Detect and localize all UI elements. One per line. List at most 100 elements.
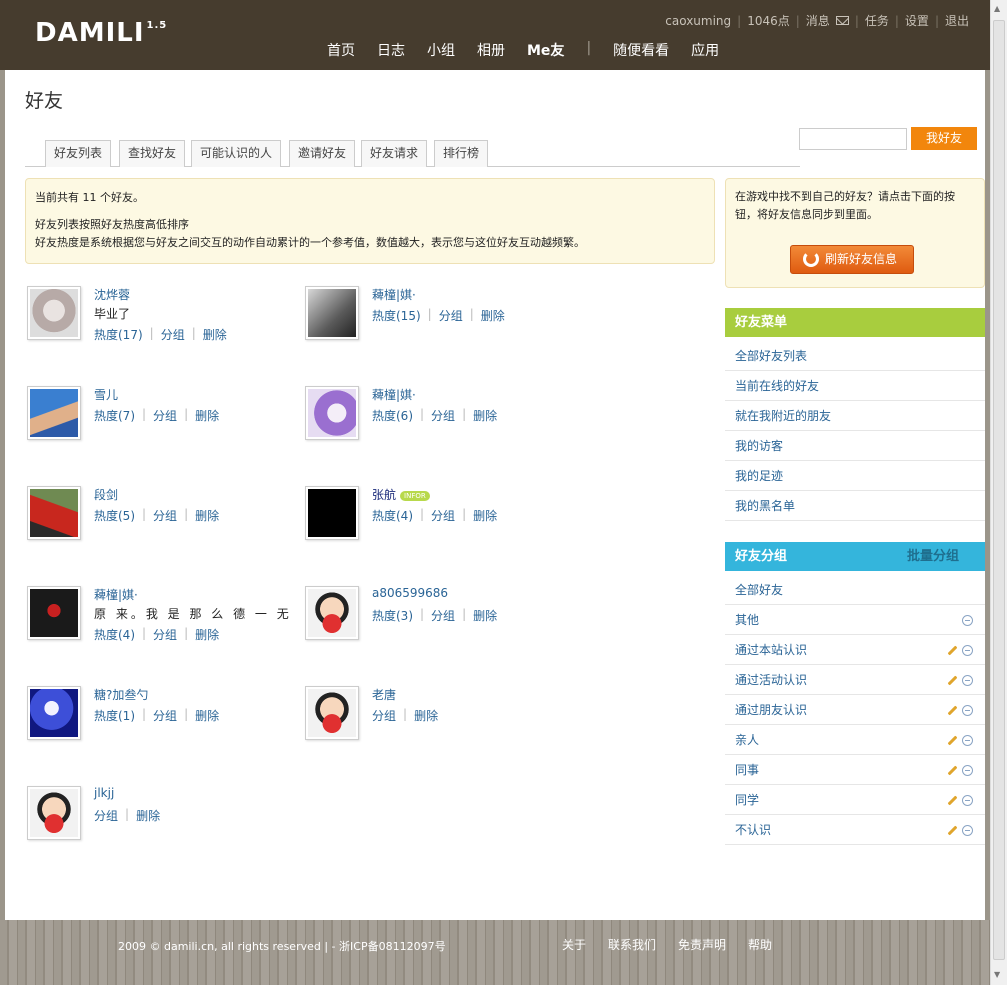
menu-all-friends[interactable]: 全部好友列表 (725, 341, 985, 371)
friend-search-input[interactable] (799, 128, 907, 150)
remove-group-icon[interactable] (962, 644, 973, 656)
friend-name[interactable]: 薭橦|娸· (94, 586, 138, 603)
group-link[interactable]: 分组 (161, 326, 185, 343)
nav-album[interactable]: 相册 (477, 40, 505, 60)
remove-group-icon[interactable] (962, 764, 973, 776)
nav-groups[interactable]: 小组 (427, 40, 455, 60)
avatar[interactable] (305, 586, 359, 640)
search-friends-button[interactable]: 我好友 (911, 127, 977, 150)
edit-group-icon[interactable] (947, 675, 958, 685)
group-activity[interactable]: 通过活动认识 (725, 665, 985, 695)
group-classmates[interactable]: 同学 (725, 785, 985, 815)
heat-link[interactable]: 热度(5) (94, 507, 135, 524)
nav-browse[interactable]: 随便看看 (613, 40, 669, 60)
avatar[interactable] (305, 686, 359, 740)
edit-group-icon[interactable] (947, 645, 958, 655)
group-link[interactable]: 分组 (431, 507, 455, 524)
remove-group-icon[interactable] (962, 614, 973, 626)
heat-link[interactable]: 热度(1) (94, 707, 135, 724)
tab-ranking[interactable]: 排行榜 (434, 140, 489, 167)
avatar[interactable] (27, 286, 81, 340)
group-link[interactable]: 分组 (153, 407, 177, 424)
friend-name[interactable]: 老唐 (372, 686, 396, 703)
avatar[interactable] (27, 786, 81, 840)
footer-about[interactable]: 关于 (562, 936, 586, 953)
delete-link[interactable]: 删除 (473, 607, 497, 624)
delete-link[interactable]: 删除 (473, 407, 497, 424)
remove-group-icon[interactable] (962, 674, 973, 686)
delete-link[interactable]: 删除 (195, 707, 219, 724)
friend-name[interactable]: 糖?加叁勺 (94, 686, 148, 703)
mail-icon[interactable] (835, 16, 849, 25)
group-link[interactable]: 分组 (372, 707, 396, 724)
edit-group-icon[interactable] (947, 825, 958, 835)
delete-link[interactable]: 删除 (195, 626, 219, 643)
page-scrollbar[interactable]: ▲ ▼ (990, 0, 1007, 985)
heat-link[interactable]: 热度(3) (372, 607, 413, 624)
group-link[interactable]: 分组 (153, 507, 177, 524)
footer-help[interactable]: 帮助 (748, 936, 772, 953)
settings-link[interactable]: 设置 (905, 12, 929, 29)
refresh-friends-button[interactable]: 刷新好友信息 (790, 245, 914, 274)
tasks-link[interactable]: 任务 (865, 12, 889, 29)
menu-blacklist[interactable]: 我的黑名单 (725, 491, 985, 521)
friend-name[interactable]: a806599686 (372, 586, 448, 600)
nav-mefriends[interactable]: Me友 (527, 40, 564, 60)
group-link[interactable]: 分组 (439, 307, 463, 324)
avatar[interactable] (305, 286, 359, 340)
friend-name[interactable]: 薭橦|娸· (372, 286, 416, 303)
group-link[interactable]: 分组 (431, 607, 455, 624)
messages-link[interactable]: 消息 (806, 12, 830, 29)
group-link[interactable]: 分组 (153, 626, 177, 643)
heat-link[interactable]: 热度(17) (94, 326, 143, 343)
tab-friend-list[interactable]: 好友列表 (45, 140, 112, 167)
tab-invite[interactable]: 邀请好友 (289, 140, 356, 167)
edit-group-icon[interactable] (947, 705, 958, 715)
nav-home[interactable]: 首页 (327, 40, 355, 60)
scroll-thumb[interactable] (993, 20, 1005, 960)
tab-may-know[interactable]: 可能认识的人 (191, 140, 282, 167)
remove-group-icon[interactable] (962, 794, 973, 806)
nav-blog[interactable]: 日志 (377, 40, 405, 60)
points-link[interactable]: 1046点 (747, 12, 790, 29)
edit-group-icon[interactable] (947, 795, 958, 805)
heat-link[interactable]: 热度(6) (372, 407, 413, 424)
site-logo[interactable]: DAMILI 1.5 (35, 18, 167, 48)
delete-link[interactable]: 删除 (203, 326, 227, 343)
friend-name[interactable]: 段剑 (94, 486, 118, 503)
menu-footprints[interactable]: 我的足迹 (725, 461, 985, 491)
remove-group-icon[interactable] (962, 824, 973, 836)
menu-nearby-friends[interactable]: 就在我附近的朋友 (725, 401, 985, 431)
avatar[interactable] (27, 586, 81, 640)
avatar[interactable] (305, 386, 359, 440)
avatar[interactable] (27, 386, 81, 440)
menu-online-friends[interactable]: 当前在线的好友 (725, 371, 985, 401)
group-link[interactable]: 分组 (153, 707, 177, 724)
heat-link[interactable]: 热度(7) (94, 407, 135, 424)
delete-link[interactable]: 删除 (473, 507, 497, 524)
remove-group-icon[interactable] (962, 734, 973, 746)
edit-group-icon[interactable] (947, 765, 958, 775)
avatar[interactable] (305, 486, 359, 540)
friend-name[interactable]: 雪儿 (94, 386, 118, 403)
username-link[interactable]: caoxuming (665, 14, 731, 28)
group-friends[interactable]: 通过朋友认识 (725, 695, 985, 725)
group-site[interactable]: 通过本站认识 (725, 635, 985, 665)
delete-link[interactable]: 删除 (414, 707, 438, 724)
avatar[interactable] (27, 486, 81, 540)
delete-link[interactable]: 删除 (136, 807, 160, 824)
group-family[interactable]: 亲人 (725, 725, 985, 755)
delete-link[interactable]: 删除 (195, 407, 219, 424)
delete-link[interactable]: 删除 (195, 507, 219, 524)
menu-visitors[interactable]: 我的访客 (725, 431, 985, 461)
scroll-up-icon[interactable]: ▲ (994, 4, 1000, 13)
group-other[interactable]: 其他 (725, 605, 985, 635)
heat-link[interactable]: 热度(15) (372, 307, 421, 324)
group-colleagues[interactable]: 同事 (725, 755, 985, 785)
footer-contact[interactable]: 联系我们 (608, 936, 656, 953)
batch-group-link[interactable]: 批量分组 (907, 542, 959, 571)
edit-group-icon[interactable] (947, 735, 958, 745)
friend-name[interactable]: jlkjj (94, 786, 114, 800)
remove-group-icon[interactable] (962, 704, 973, 716)
tab-requests[interactable]: 好友请求 (361, 140, 428, 167)
